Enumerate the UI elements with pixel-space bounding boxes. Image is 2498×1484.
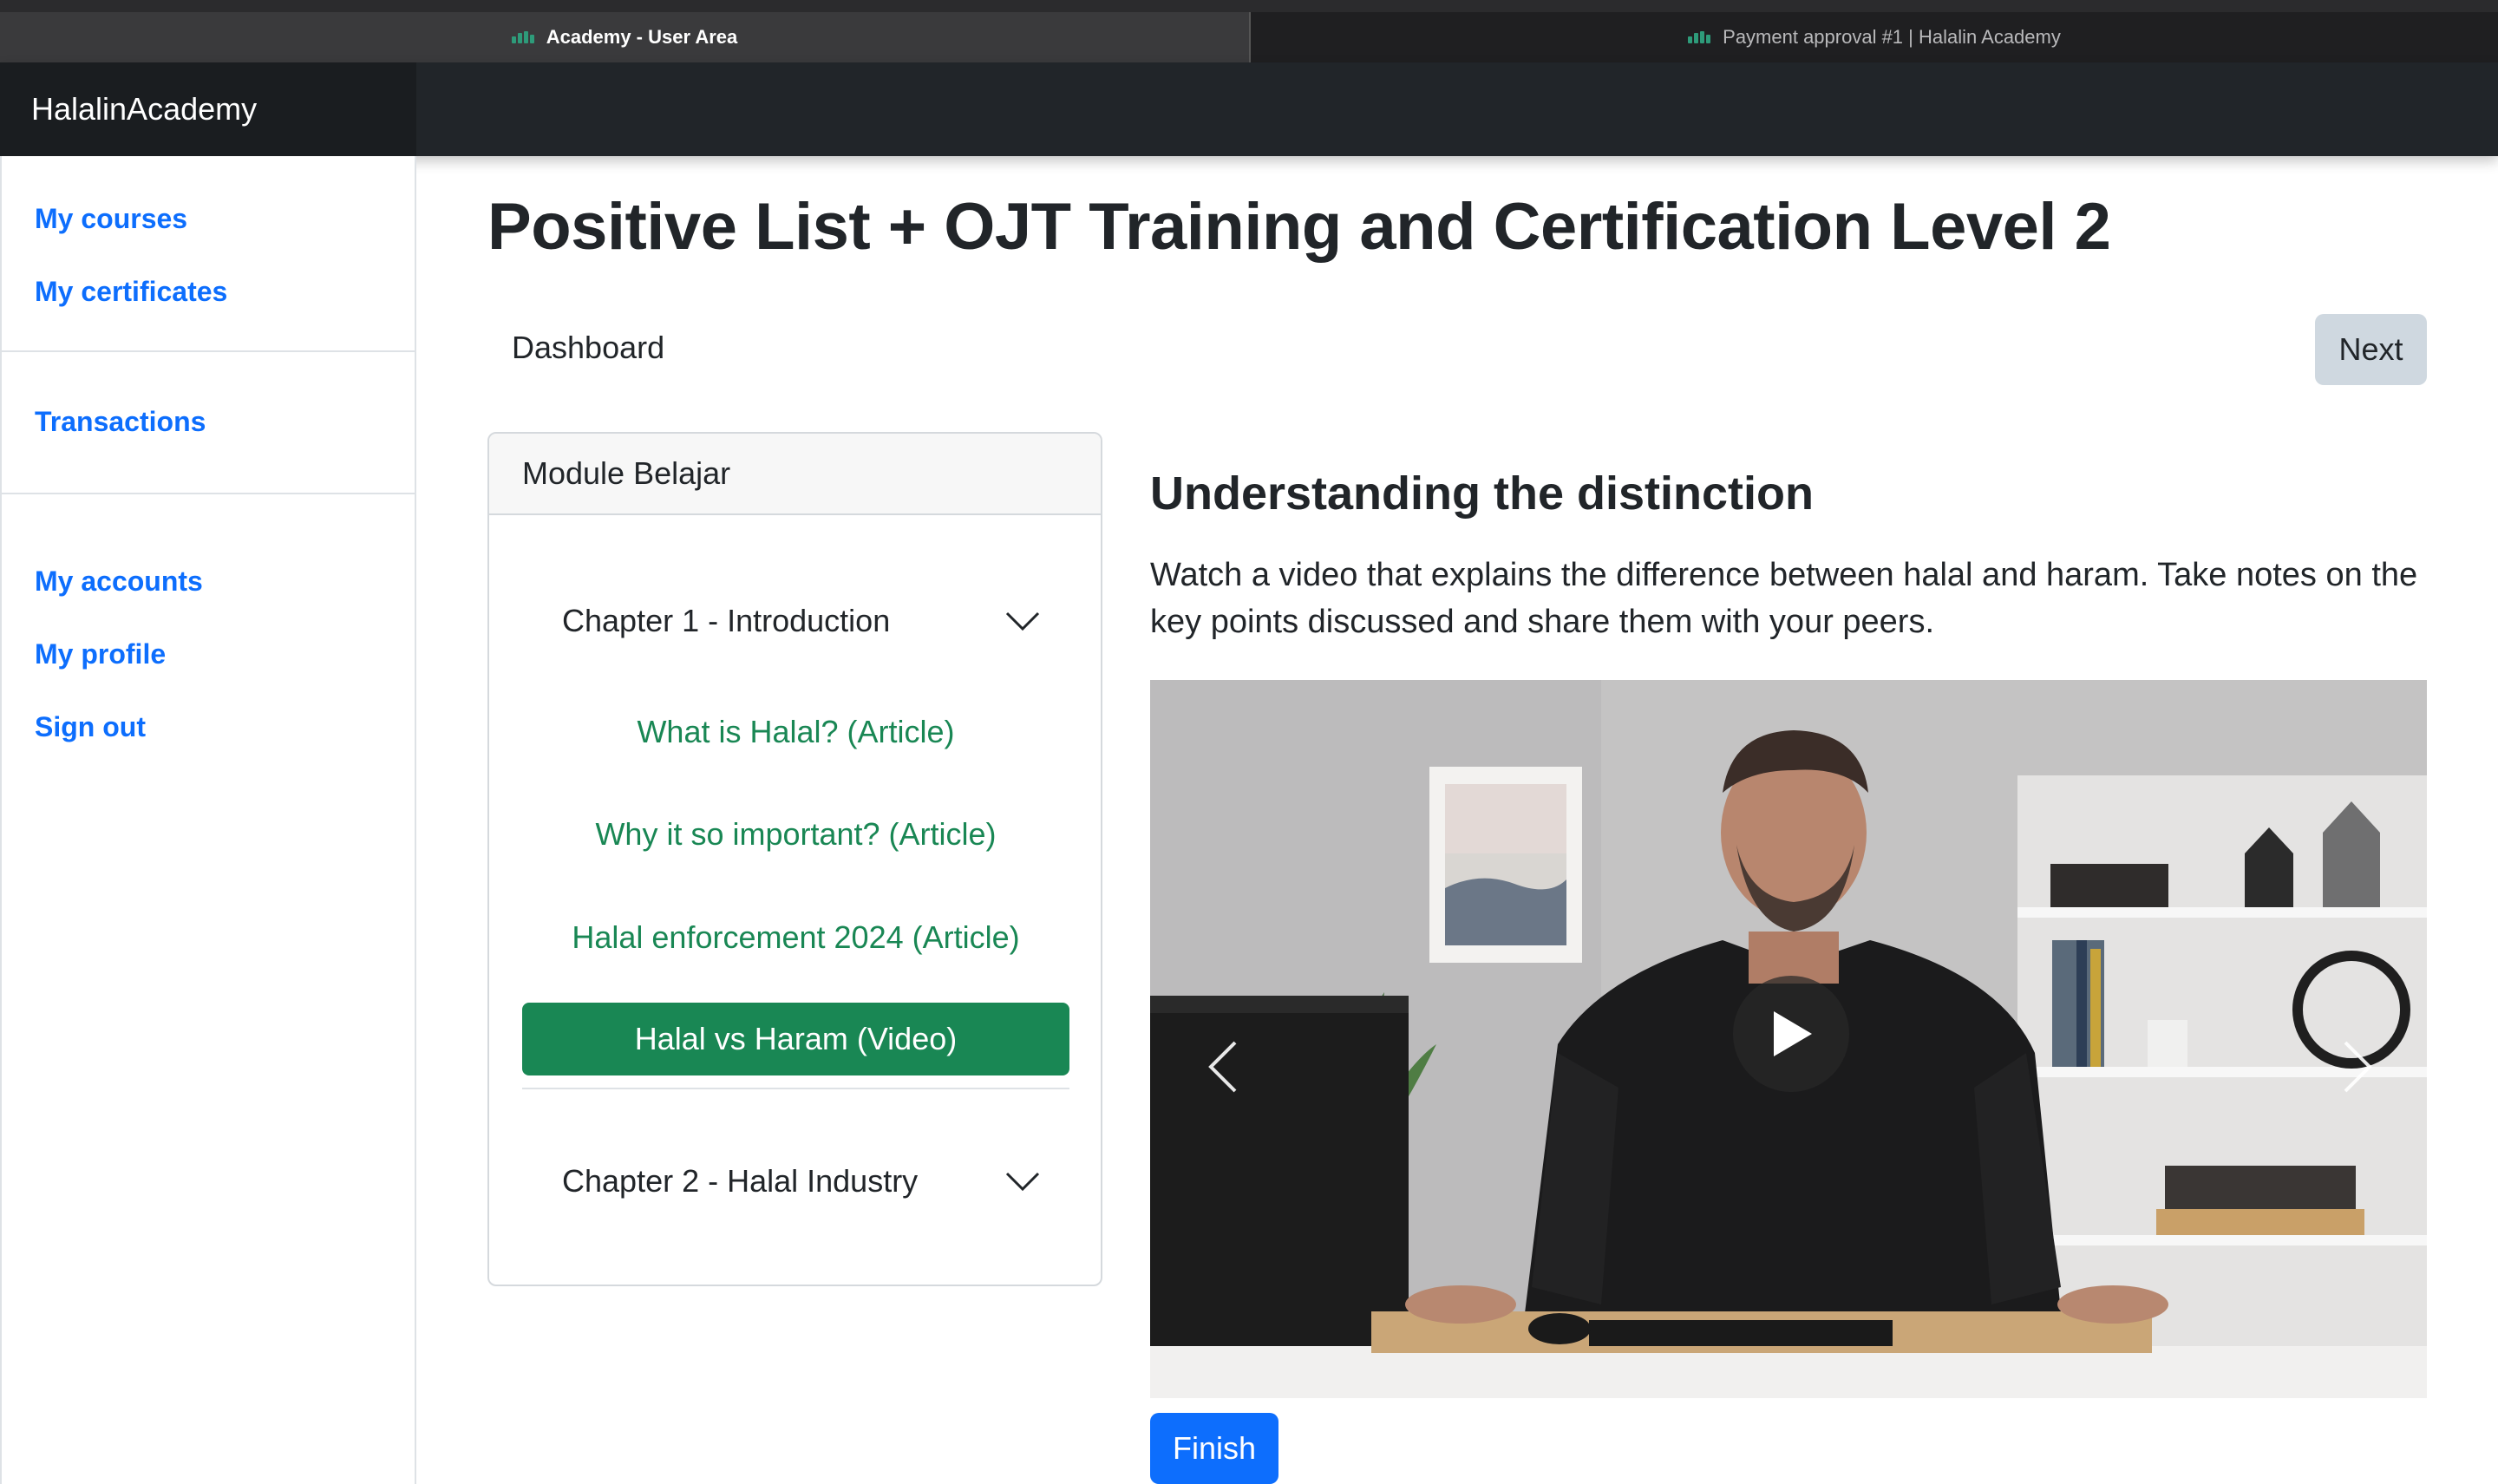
browser-tab-user-area[interactable]: Academy - User Area xyxy=(0,12,1249,62)
app-header: HalalinAcademy xyxy=(0,62,2498,156)
chevron-down-icon xyxy=(1005,611,1040,631)
chevron-left-icon[interactable] xyxy=(1206,1039,1240,1095)
lesson-halal-enforcement[interactable]: Halal enforcement 2024 (Article) xyxy=(522,901,1069,974)
browser-tab-label: Academy - User Area xyxy=(546,26,738,48)
next-button[interactable]: Next xyxy=(2315,314,2427,385)
academy-favicon-icon xyxy=(511,31,536,43)
lesson-why-important[interactable]: Why it so important? (Article) xyxy=(522,798,1069,871)
chapter-label: Chapter 2 - Halal Industry xyxy=(562,1163,919,1199)
sidebar-group-account: My accounts My profile Sign out xyxy=(2,494,415,786)
lesson-description: Watch a video that explains the differen… xyxy=(1150,557,2418,640)
module-card-header: Module Belajar xyxy=(489,434,1101,515)
video-player[interactable] xyxy=(1150,680,2427,1398)
browser-tab-label: Payment approval #1 | Halalin Academy xyxy=(1723,26,2061,48)
chapter-divider xyxy=(522,1088,1069,1089)
chevron-right-icon[interactable] xyxy=(2340,1039,2375,1095)
browser-tab-strip: Academy - User Area Payment approval #1 … xyxy=(0,0,2498,62)
sidebar-item-my-courses[interactable]: My courses xyxy=(2,182,415,255)
browser-tab-payment-approval[interactable]: Payment approval #1 | Halalin Academy xyxy=(1249,12,2498,62)
sidebar-group-learning: My courses My certificates xyxy=(2,156,415,352)
lesson-what-is-halal[interactable]: What is Halal? (Article) xyxy=(522,696,1069,768)
sidebar-item-sign-out[interactable]: Sign out xyxy=(2,690,415,763)
lesson-halal-vs-haram-active[interactable]: Halal vs Haram (Video) xyxy=(522,1003,1069,1075)
chapter-2-toggle[interactable]: Chapter 2 - Halal Industry xyxy=(522,1147,1071,1216)
sidebar: My courses My certificates Transactions … xyxy=(0,156,416,1484)
breadcrumb-dashboard-link[interactable]: Dashboard xyxy=(512,330,664,366)
page-title: Positive List + OJT Training and Certifi… xyxy=(487,190,2111,264)
brand-logo[interactable]: HalalinAcademy xyxy=(0,62,416,156)
finish-button[interactable]: Finish xyxy=(1150,1413,1278,1484)
module-card: Module Belajar Chapter 1 - Introduction … xyxy=(487,432,1102,1286)
lesson-title: Understanding the distinction xyxy=(1150,467,1814,520)
sidebar-item-my-certificates[interactable]: My certificates xyxy=(2,255,415,328)
play-icon xyxy=(1774,1011,1812,1056)
play-button[interactable] xyxy=(1733,976,1849,1092)
sidebar-group-billing: Transactions xyxy=(2,352,415,494)
chapter-label: Chapter 1 - Introduction xyxy=(562,603,891,638)
chapter-1-toggle[interactable]: Chapter 1 - Introduction xyxy=(522,586,1071,656)
sidebar-item-my-profile[interactable]: My profile xyxy=(2,618,415,690)
sidebar-item-my-accounts[interactable]: My accounts xyxy=(2,545,415,618)
sidebar-item-transactions[interactable]: Transactions xyxy=(2,385,415,458)
chevron-down-icon xyxy=(1005,1172,1040,1192)
academy-favicon-icon xyxy=(1688,31,1712,43)
